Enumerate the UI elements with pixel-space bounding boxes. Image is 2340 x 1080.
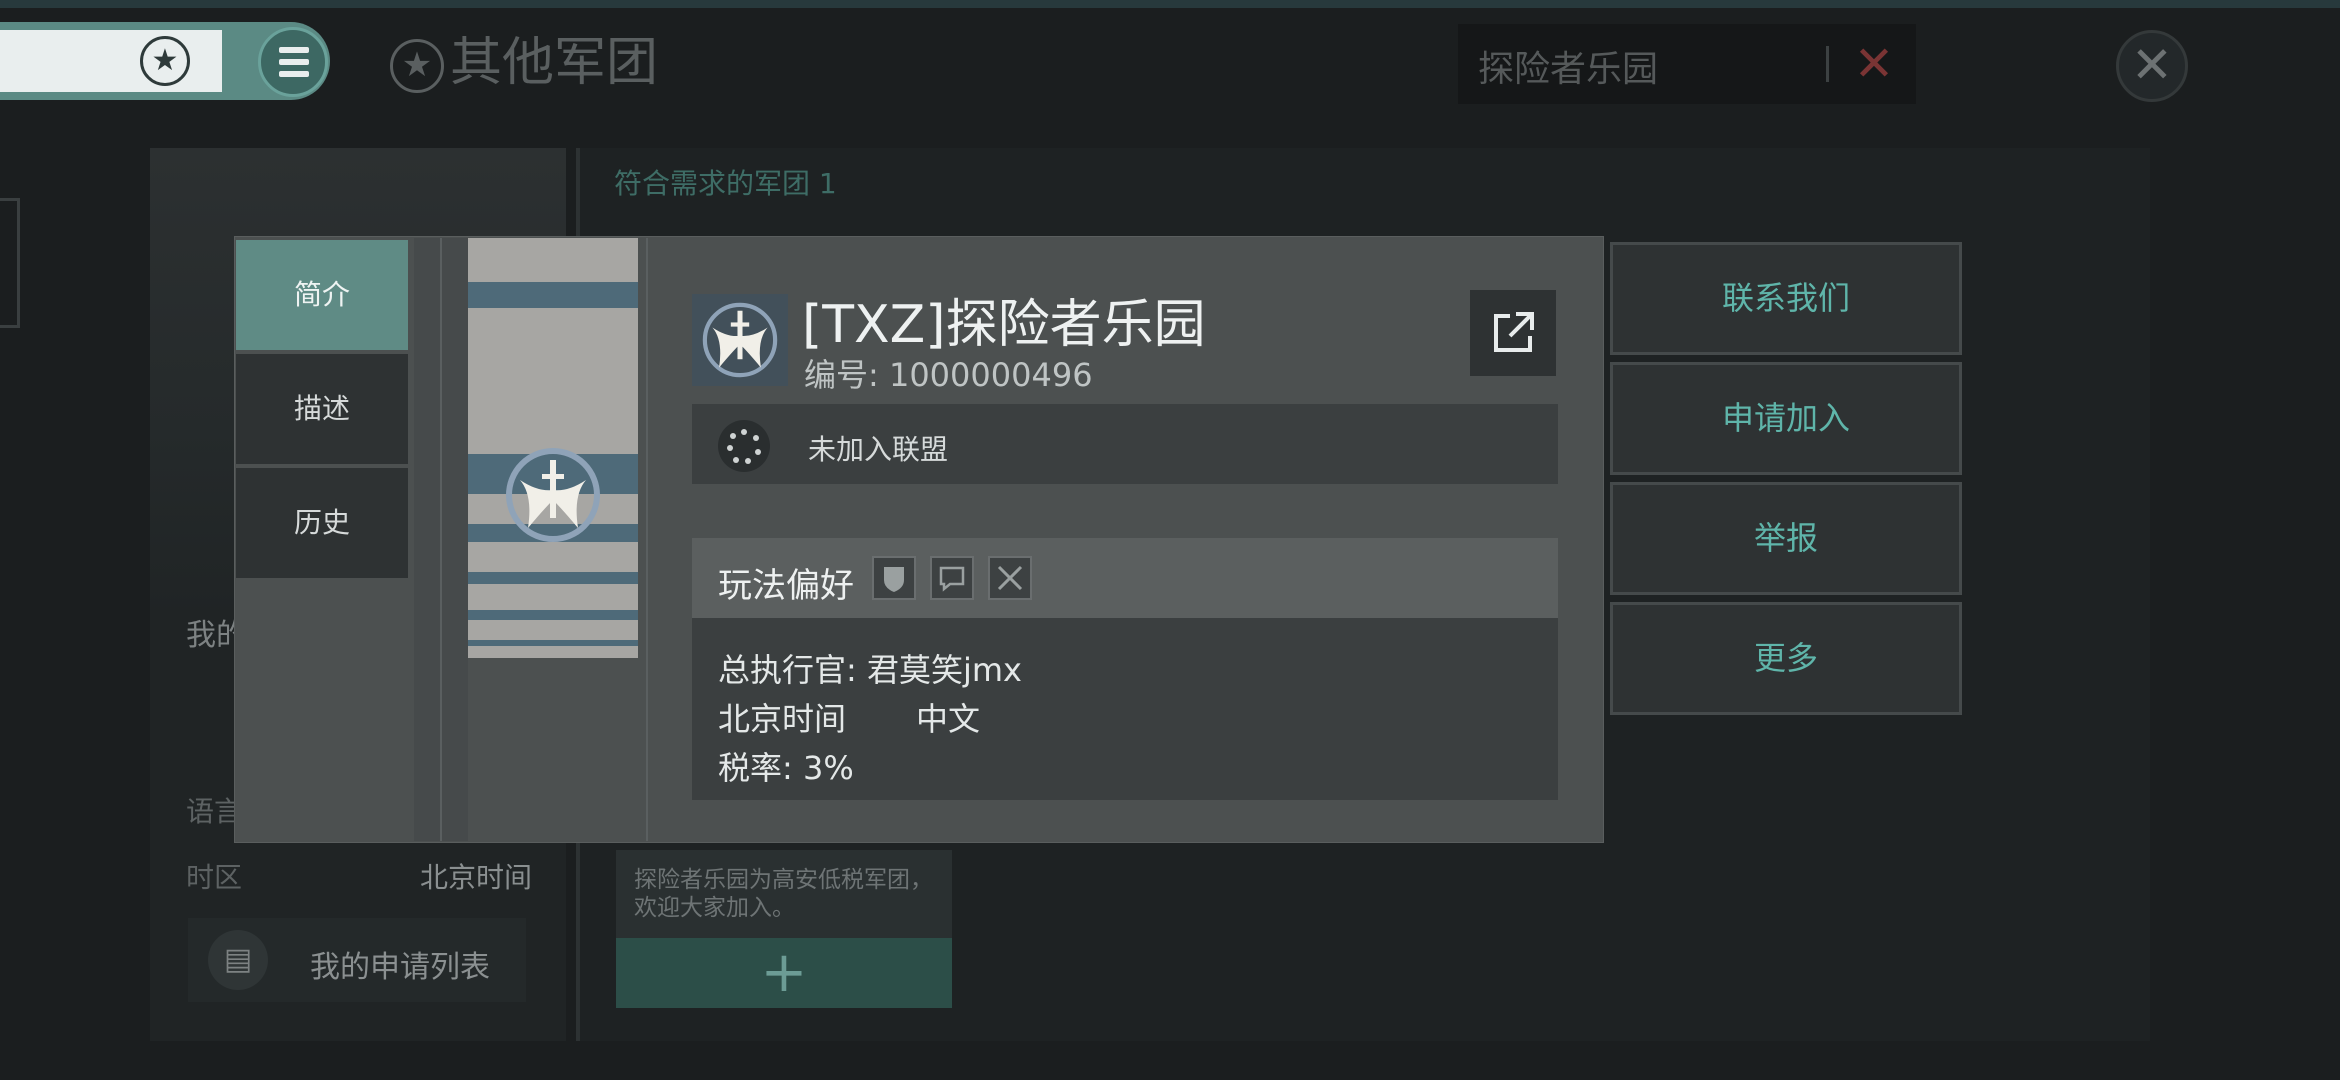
language-line: 中文 [916,700,981,738]
timezone-value: 北京时间 [420,861,533,894]
match-count: 符合需求的军团 1 [614,167,837,200]
tax-line: 税率: 3% [718,749,854,787]
star-icon: ★ [140,36,190,86]
menu-bar [279,47,309,53]
crossed-swords-icon[interactable] [988,556,1032,600]
tab-intro[interactable]: 简介 [236,240,408,350]
legion-logo [692,294,788,386]
legion-emblem-icon [506,448,600,542]
more-button[interactable]: 更多 [1610,602,1962,715]
search-divider [1826,46,1829,82]
menu-bar [279,71,309,77]
share-button[interactable] [1470,290,1556,376]
page-title-text: 其他军团 [450,33,659,93]
contact-us-button[interactable]: 联系我们 [1610,242,1962,355]
alliance-stars-icon [718,420,770,472]
chat-icon[interactable] [930,556,974,600]
page-title: ★ 其他军团 [390,28,658,98]
legion-logo-icon [702,302,778,378]
shield-icon[interactable] [872,556,916,600]
report-button[interactable]: 举报 [1610,482,1962,595]
timezone-line: 北京时间 [718,700,847,738]
legion-name: [TXZ]探险者乐园 [802,295,1206,355]
top-accent-line [0,0,2340,8]
commander-line: 总执行官: 君莫笑jmx [718,651,1022,689]
star-badge-icon: ★ [390,39,444,93]
tab-history[interactable]: 历史 [236,468,408,578]
search-value: 探险者乐园 [1478,49,1659,90]
external-link-icon [1494,312,1534,352]
timezone-label: 时区 [186,861,243,894]
menu-button[interactable] [258,27,328,97]
menu-bar [279,59,309,65]
alliance-status: 未加入联盟 [808,433,949,466]
banner-frame-line [440,238,442,841]
hex-frame [0,198,20,328]
banner-frame-line [646,238,648,841]
clear-search-icon[interactable]: ✕ [1852,36,1896,92]
apply-join-button[interactable]: 申请加入 [1610,362,1962,475]
apply-list-label: 我的申请列表 [310,950,490,985]
document-icon: ▤ [208,930,268,990]
result-card-text: 探险者乐园为高安低税军团，欢迎大家加入。 [634,867,933,921]
add-button[interactable]: + [616,938,952,1008]
tab-description[interactable]: 描述 [236,354,408,464]
legion-id: 编号: 1000000496 [804,356,1093,394]
play-preference-label: 玩法偏好 [718,566,854,606]
close-button[interactable]: ✕ [2116,30,2188,102]
